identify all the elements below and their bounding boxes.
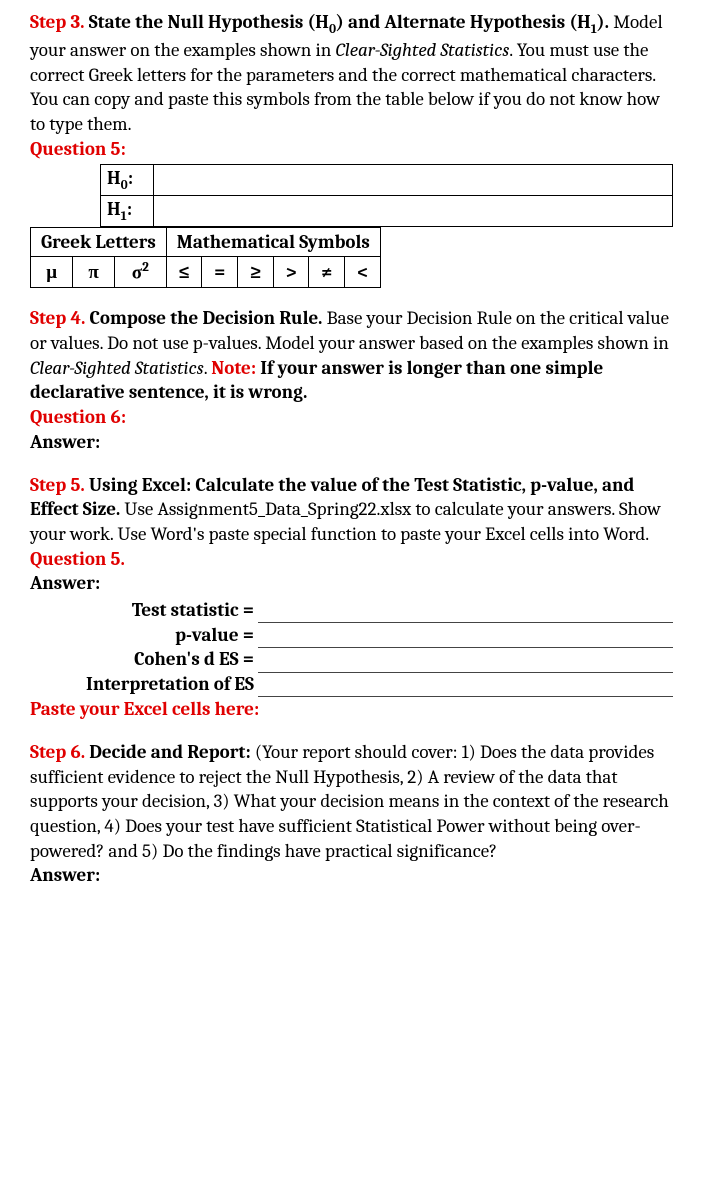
test-statistic-input[interactable] <box>258 598 673 623</box>
step4-label: Step 4. <box>30 307 85 329</box>
step6-section: Step 6. Decide and Report: (Your report … <box>30 740 673 888</box>
step6-paragraph: Step 6. Decide and Report: (Your report … <box>30 740 673 863</box>
step5-answer-label: Answer: <box>30 571 673 596</box>
symbol-gt: > <box>273 257 309 288</box>
step6-answer-label: Answer: <box>30 863 673 888</box>
cohen-row: Cohen's d ES = <box>30 647 673 672</box>
cohen-label: Cohen's d ES = <box>30 647 258 672</box>
pvalue-label: p-value = <box>30 623 258 648</box>
step4-heading: Compose the Decision Rule. <box>90 307 323 329</box>
step3-paragraph: Step 3. State the Null Hypothesis (H0) a… <box>30 10 673 137</box>
symbol-lt: < <box>345 257 381 288</box>
step5-section: Step 5. Using Excel: Calculate the value… <box>30 473 673 722</box>
step3-label: Step 3. <box>30 11 85 33</box>
h0-row: H0: <box>101 164 673 195</box>
step4-section: Step 4. Compose the Decision Rule. Base … <box>30 306 673 454</box>
step4-answer-label: Answer: <box>30 430 673 455</box>
step6-label: Step 6. <box>30 741 85 763</box>
symbols-table: Greek Letters Mathematical Symbols μ π σ… <box>30 227 381 289</box>
cohen-input[interactable] <box>258 647 673 672</box>
symbol-sigma-squared: σ2 <box>114 257 166 288</box>
interpretation-row: Interpretation of ES <box>30 672 673 697</box>
symbol-le: ≤ <box>166 257 202 288</box>
symbol-mu: μ <box>31 257 73 288</box>
hypothesis-table: H0: H1: <box>100 164 673 227</box>
step5-paragraph: Step 5. Using Excel: Calculate the value… <box>30 473 673 547</box>
question-5b-label: Question 5. <box>30 547 673 572</box>
pvalue-row: p-value = <box>30 623 673 648</box>
pvalue-input[interactable] <box>258 623 673 648</box>
h1-input-cell[interactable] <box>154 195 673 226</box>
h0-input-cell[interactable] <box>154 164 673 195</box>
symbol-pi: π <box>73 257 115 288</box>
h1-label-cell: H1: <box>101 195 154 226</box>
symbols-header-row: Greek Letters Mathematical Symbols <box>31 227 381 257</box>
symbols-row: μ π σ2 ≤ = ≥ > ≠ < <box>31 257 381 288</box>
interpretation-input[interactable] <box>258 672 673 697</box>
question-6-label: Question 6: <box>30 405 673 430</box>
test-statistic-row: Test statistic = <box>30 598 673 623</box>
greek-letters-header: Greek Letters <box>31 227 167 257</box>
paste-excel-label: Paste your Excel cells here: <box>30 697 673 722</box>
test-statistic-label: Test statistic = <box>30 598 258 623</box>
answer-table: Test statistic = p-value = Cohen's d ES … <box>30 598 673 697</box>
note-label: Note: <box>211 357 256 379</box>
h1-row: H1: <box>101 195 673 226</box>
step5-label: Step 5. <box>30 474 85 496</box>
question-5-label: Question 5: <box>30 137 673 162</box>
step4-paragraph: Step 4. Compose the Decision Rule. Base … <box>30 306 673 405</box>
math-symbols-header: Mathematical Symbols <box>166 227 380 257</box>
symbol-ge: ≥ <box>238 257 274 288</box>
h0-label-cell: H0: <box>101 164 154 195</box>
symbol-ne: ≠ <box>309 257 345 288</box>
step6-heading: Decide and Report: <box>89 741 250 763</box>
step3-section: Step 3. State the Null Hypothesis (H0) a… <box>30 10 673 288</box>
step3-heading: State the Null Hypothesis (H0) and Alter… <box>89 11 614 33</box>
interpretation-label: Interpretation of ES <box>30 672 258 697</box>
symbol-eq: = <box>202 257 238 288</box>
